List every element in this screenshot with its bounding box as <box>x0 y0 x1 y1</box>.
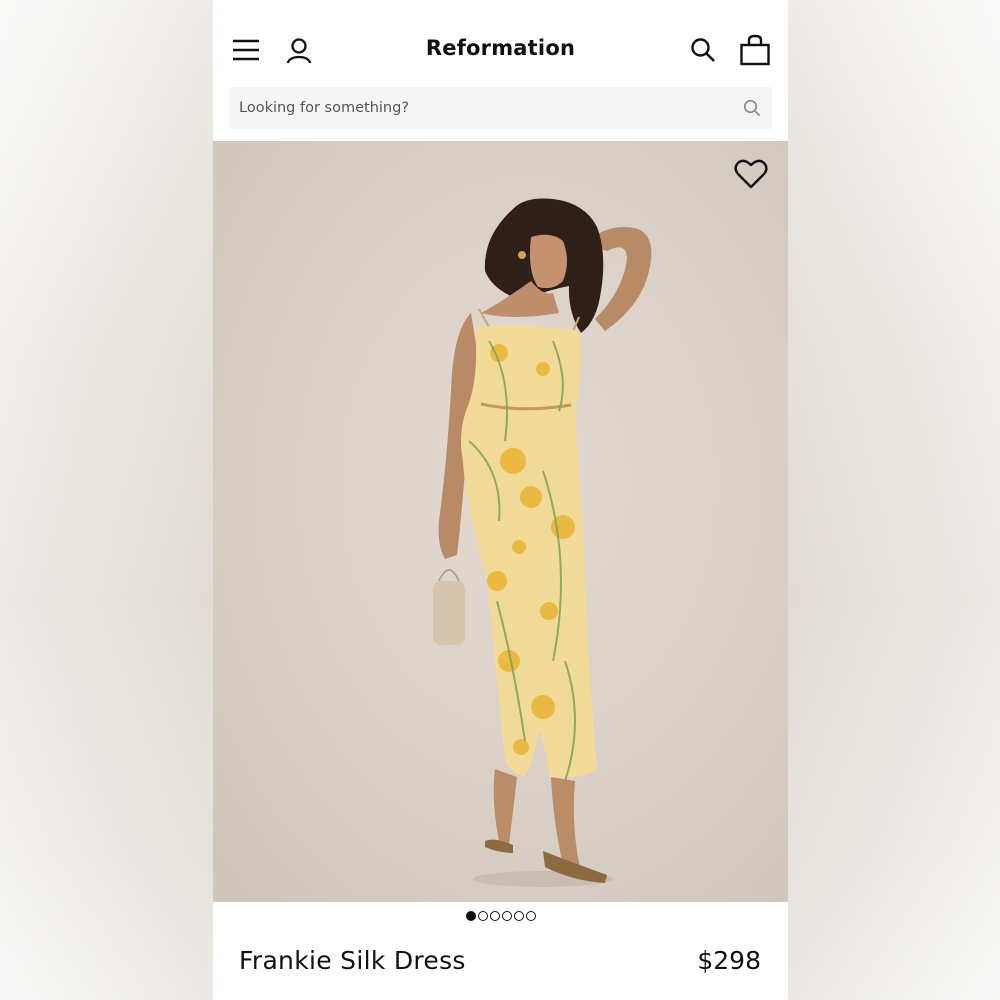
product-price: $298 <box>697 946 761 975</box>
brand-logo[interactable]: Reformation <box>373 36 628 60</box>
user-icon <box>286 38 312 64</box>
background-right-blur <box>788 0 1000 1000</box>
hamburger-menu-icon <box>233 39 259 61</box>
carousel-indicator <box>213 911 788 921</box>
carousel-dot[interactable] <box>465 911 476 921</box>
carousel-dot[interactable] <box>489 911 500 921</box>
carousel-dot[interactable] <box>477 911 488 921</box>
product-image[interactable] <box>213 141 788 902</box>
search-icon <box>691 38 715 62</box>
background-left-blur <box>0 0 213 1000</box>
carousel-dot[interactable] <box>513 911 524 921</box>
mobile-screen: Reformation Looking for something? Frank… <box>213 0 788 1000</box>
search-button[interactable] <box>687 34 719 66</box>
heart-icon <box>734 159 768 189</box>
product-name[interactable]: Frankie Silk Dress <box>239 946 466 975</box>
cart-button[interactable] <box>737 32 773 68</box>
search-input[interactable] <box>229 87 772 129</box>
model-illustration <box>433 198 652 887</box>
carousel-dot[interactable] <box>501 911 512 921</box>
wishlist-button[interactable] <box>733 156 769 192</box>
account-button[interactable] <box>283 34 315 66</box>
site-header: Reformation <box>213 0 788 100</box>
carousel-dot[interactable] <box>525 911 536 921</box>
search-field-icon[interactable] <box>742 98 762 118</box>
shopping-bag-icon <box>740 34 770 66</box>
menu-button[interactable] <box>229 34 263 66</box>
